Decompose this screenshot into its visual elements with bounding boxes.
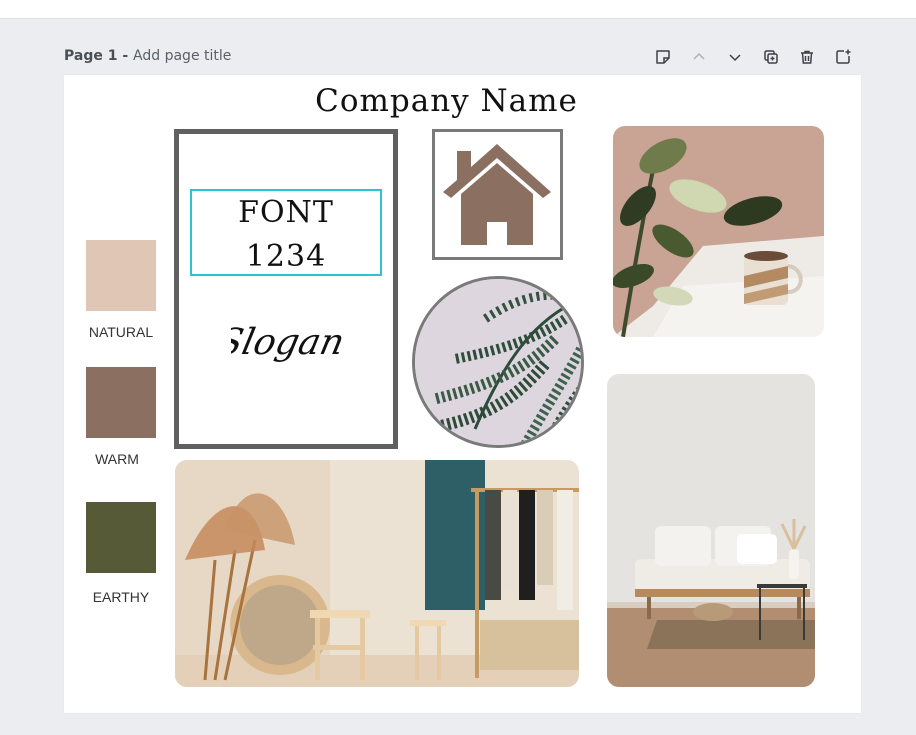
house-icon — [443, 144, 551, 245]
slogan-text: Slogan — [231, 320, 348, 363]
page-title-separator: - — [117, 48, 134, 64]
move-page-up-button[interactable] — [681, 44, 717, 70]
notes-button[interactable] — [645, 44, 681, 70]
duplicate-page-button[interactable] — [753, 44, 789, 70]
photo-palm-circle[interactable] — [412, 276, 584, 448]
move-page-down-button[interactable] — [717, 44, 753, 70]
font-sample-box[interactable]: FONT 1234 — [190, 189, 382, 276]
page-number-label: Page 1 — [64, 48, 118, 64]
swatch-label-natural[interactable]: NATURAL — [66, 324, 176, 340]
page-header: Page 1 - Add page title — [64, 44, 861, 70]
slogan-graphic[interactable]: Slogan — [214, 304, 351, 384]
slogan-script: Slogan — [214, 320, 349, 363]
swatch-warm[interactable] — [86, 367, 156, 438]
house-logo-frame[interactable] — [432, 129, 563, 260]
notes-icon — [656, 50, 670, 64]
font-card[interactable]: FONT 1234 Slogan — [174, 129, 398, 449]
design-canvas[interactable]: Company Name NATURAL WARM EARTHY FONT 12… — [64, 75, 861, 713]
add-page-button[interactable] — [825, 44, 861, 70]
delete-page-button[interactable] — [789, 44, 825, 70]
company-name-text[interactable]: Company Name — [64, 83, 829, 119]
photo-interior-room[interactable] — [175, 460, 579, 687]
swatch-natural[interactable] — [86, 240, 156, 311]
duplicate-page-icon — [764, 50, 778, 64]
trash-icon — [801, 50, 813, 64]
swatch-label-earthy[interactable]: EARTHY — [66, 589, 176, 605]
photo-sofa[interactable] — [607, 374, 815, 687]
chevron-down-icon — [729, 54, 741, 62]
add-page-title-link[interactable]: Add page title — [133, 48, 231, 64]
page-toolbar — [645, 44, 861, 70]
swatch-label-warm[interactable]: WARM — [64, 451, 172, 467]
top-bar — [0, 0, 916, 19]
add-page-icon — [836, 49, 851, 64]
font-sample-text[interactable]: FONT — [192, 191, 380, 235]
swatch-earthy[interactable] — [86, 502, 156, 573]
photo-plant-mug[interactable] — [613, 126, 824, 337]
page-title-area[interactable]: Page 1 - Add page title — [64, 48, 231, 64]
chevron-up-icon — [693, 52, 705, 60]
number-sample-text[interactable]: 1234 — [192, 235, 380, 279]
